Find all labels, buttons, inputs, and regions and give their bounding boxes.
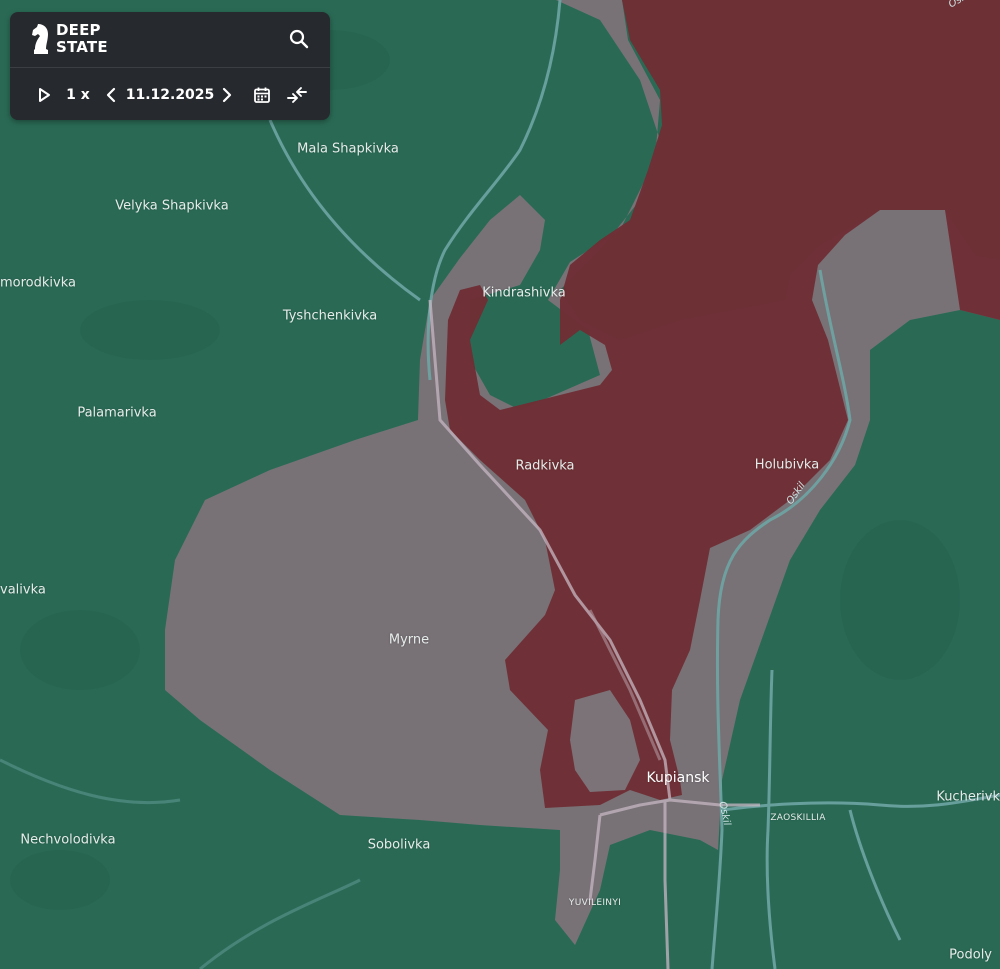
place-label[interactable]: Tyshchenkivka: [283, 309, 377, 324]
current-date: 11.12.2025: [125, 87, 215, 103]
place-label[interactable]: Mala Shapkivka: [297, 142, 399, 157]
speed-toggle[interactable]: 1 x: [66, 84, 90, 106]
calendar-button[interactable]: [253, 84, 271, 106]
map-canvas[interactable]: Mala Shapkivka Velyka Shapkivka morodkiv…: [0, 0, 1000, 969]
play-icon: [39, 88, 50, 102]
chevron-right-icon: [222, 87, 232, 103]
map-layers: [0, 0, 1000, 969]
place-label[interactable]: valivka: [0, 583, 46, 598]
place-label[interactable]: ZAOSKILLIA: [770, 813, 825, 823]
place-label[interactable]: Kupiansk: [647, 770, 710, 786]
control-panel: DEEP STATE 1 x 11.12.2025: [10, 12, 330, 120]
place-label[interactable]: Sobolivka: [368, 838, 431, 853]
place-label[interactable]: YUVILEINYI: [569, 898, 621, 908]
place-label[interactable]: Kucherivk: [936, 790, 1000, 805]
logo-wordmark: DEEP STATE: [56, 22, 108, 56]
logo-line-2: STATE: [56, 38, 108, 56]
next-date-button[interactable]: [220, 84, 234, 106]
previous-date-button[interactable]: [104, 84, 118, 106]
play-button[interactable]: [36, 84, 52, 106]
compare-button[interactable]: [286, 84, 308, 106]
place-label[interactable]: Holubivka: [755, 458, 819, 473]
place-label[interactable]: Velyka Shapkivka: [115, 199, 228, 214]
place-label[interactable]: Myrne: [389, 633, 429, 648]
app-logo[interactable]: DEEP STATE: [30, 21, 108, 57]
place-label[interactable]: Nechvolodivka: [20, 833, 115, 848]
panel-divider: [10, 67, 330, 68]
place-label[interactable]: Kindrashivka: [482, 286, 566, 301]
chess-knight-icon: [32, 24, 48, 54]
place-label[interactable]: morodkivka: [0, 276, 76, 291]
chevron-left-icon: [106, 87, 116, 103]
calendar-icon: [254, 87, 270, 103]
logo-line-1: DEEP: [56, 21, 101, 39]
search-icon: [289, 29, 309, 49]
place-label[interactable]: Palamarivka: [77, 406, 156, 421]
search-button[interactable]: [288, 28, 310, 50]
compare-arrows-icon: [287, 87, 307, 103]
place-label[interactable]: Radkivka: [515, 459, 574, 474]
place-label[interactable]: Podoly: [949, 948, 992, 963]
